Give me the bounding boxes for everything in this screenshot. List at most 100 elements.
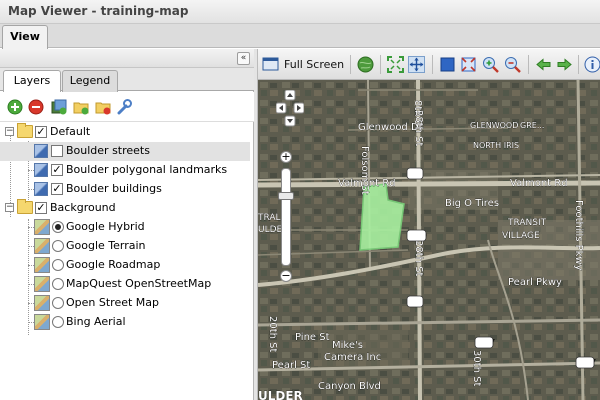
base-layer-item[interactable]: MapQuest OpenStreetMap [0,275,250,294]
zoom-to-max-extent-icon[interactable] [387,56,404,73]
street-label: 28th St [413,110,424,147]
pan-icon[interactable] [408,56,425,73]
zoom-in-button[interactable]: + [280,151,292,163]
tab-view[interactable]: View [2,25,48,49]
street-label: Foothills Pkwy [573,200,584,271]
area-label: TRAL [258,213,281,223]
base-layer-icon [34,219,50,235]
base-layer-radio[interactable] [52,316,64,328]
street-label: Pearl St [272,360,310,371]
add-layer-icon[interactable] [7,99,23,115]
street-label: NORTH IRIS [473,141,519,150]
title-bar: Map Viewer - training-map [0,0,600,24]
zoom-out-icon[interactable] [504,56,521,73]
map-view[interactable]: 8th St Glenwood Dr GLENWOOD GRE... NORTH… [258,80,600,400]
street-label: 30th St [471,350,482,387]
street-label: Pearl Pkwy [508,277,562,288]
tab-legend[interactable]: Legend [62,70,118,92]
layer-item[interactable]: ✓ Boulder buildings [0,180,250,199]
info-icon[interactable] [584,56,600,73]
base-layer-radio[interactable] [52,278,64,290]
street-label: Pine St [295,332,330,343]
folder-icon [17,199,33,214]
group-expander[interactable]: − [5,203,14,212]
collapse-panel-button[interactable]: « [237,52,250,65]
base-layer-icon [34,276,50,292]
layer-label: Google Hybrid [66,220,145,233]
layer-label: Boulder buildings [66,182,162,195]
next-extent-icon[interactable] [556,56,573,73]
zoom-slider-handle[interactable] [278,192,294,200]
full-screen-icon[interactable] [262,56,279,73]
top-tab-strip [0,24,600,48]
area-label: ULDER [258,389,303,400]
panel-header: « [0,49,254,68]
street-label: Valmont Rd [338,178,396,189]
zoom-in-icon[interactable] [482,56,499,73]
layer-toolbar [0,92,254,122]
base-layer-radio[interactable] [52,297,64,309]
street-label: 28th St [413,240,424,277]
group-expander[interactable]: − [5,127,14,136]
full-screen-button[interactable]: Full Screen [284,58,344,71]
base-layer-item[interactable]: Open Street Map [0,294,250,313]
base-layer-radio[interactable] [52,240,64,252]
map-panel: Full Screen 8th St Glenwood Dr GLENWOOD … [258,49,600,400]
base-layer-item[interactable]: Google Hybrid [0,218,250,237]
layer-label: Boulder polygonal landmarks [66,163,228,176]
add-server-icon[interactable] [51,99,67,115]
window-title: Map Viewer - training-map [8,4,189,18]
group-label: Default [50,125,91,138]
layer-label: Google Roadmap [66,258,161,271]
base-layer-radio[interactable] [52,221,64,233]
pan-control [276,90,304,127]
layer-checkbox[interactable]: ✓ [51,183,63,195]
remove-folder-icon[interactable] [95,99,111,115]
layer-label: MapQuest OpenStreetMap [66,277,212,290]
poi-label: Mike's [332,340,363,351]
group-checkbox[interactable]: ✓ [35,202,47,214]
base-layer-item[interactable]: Bing Aerial [0,313,250,332]
street-label: GRE... [520,121,544,130]
poi-label: Camera Inc [324,352,381,363]
map-toolbar: Full Screen [258,49,600,80]
zoom-box-out-icon[interactable] [460,56,477,73]
zoom-out-button[interactable]: − [280,270,292,282]
remove-layer-icon[interactable] [28,99,44,115]
street-label: Valmont Rd [510,178,568,189]
satellite-basemap: 8th St Glenwood Dr GLENWOOD GRE... NORTH… [258,80,600,400]
base-layer-radio[interactable] [52,259,64,271]
properties-wrench-icon[interactable] [116,99,132,115]
base-layer-icon [34,295,50,311]
tab-layers[interactable]: Layers [3,70,61,93]
panel-tabs: Layers Legend [0,68,254,93]
base-layer-item[interactable]: Google Roadmap [0,256,250,275]
base-layer-icon [34,238,50,254]
layer-item[interactable]: ✓ Boulder polygonal landmarks [0,161,250,180]
group-checkbox[interactable]: ✓ [35,126,47,138]
zoom-box-in-icon[interactable] [439,56,456,73]
zoom-slider-track[interactable] [281,168,291,266]
vector-layer-icon [34,144,48,158]
layer-label: Bing Aerial [66,315,126,328]
layer-group-default[interactable]: − ✓ Default [0,123,250,142]
layer-item[interactable]: Boulder streets [0,142,250,161]
base-layer-item[interactable]: Google Terrain [0,237,250,256]
layer-checkbox[interactable]: ✓ [51,164,63,176]
street-label: 20th St [267,316,278,353]
layer-group-background[interactable]: − ✓ Background [0,199,250,218]
layer-label: Boulder streets [66,144,150,157]
area-label: TRANSIT [507,218,547,228]
layer-label: Google Terrain [66,239,146,252]
add-folder-icon[interactable] [73,99,89,115]
folder-icon [17,123,33,138]
layer-checkbox[interactable] [51,145,63,157]
area-label: VILLAGE [502,231,540,241]
layers-panel: « Layers Legend − ✓ Default Boulder stre… [0,49,254,400]
poi-label: Big O Tires [445,198,499,209]
base-layer-icon [34,314,50,330]
previous-extent-icon[interactable] [535,56,552,73]
zoom-to-extent-globe-icon[interactable] [357,56,374,73]
street-label: GLENWOOD [470,121,518,130]
vector-layer-icon [34,182,48,196]
